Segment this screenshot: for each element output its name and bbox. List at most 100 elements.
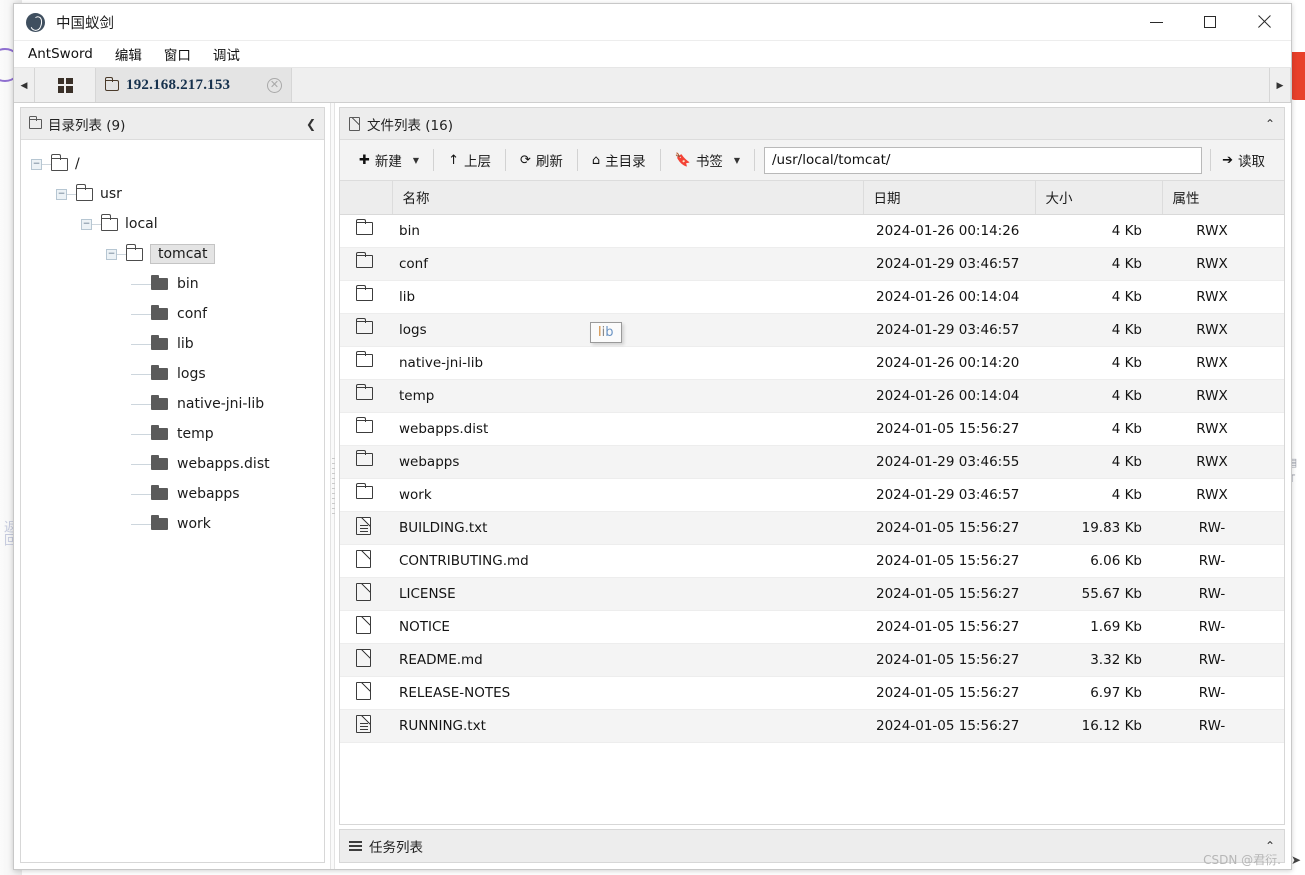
tab-scroll-right-button[interactable]: ▶: [1270, 68, 1291, 102]
menu-item-window[interactable]: 窗口: [164, 44, 191, 64]
bookmark-button[interactable]: 🔖 书签 ▼: [664, 146, 751, 174]
tree-item-bin[interactable]: bin: [31, 269, 324, 299]
directory-tree[interactable]: − / − usr − local − tomcat bin conf lib logs native-…: [21, 140, 324, 862]
maximize-button[interactable]: [1183, 4, 1237, 40]
table-row[interactable]: logs 2024-01-29 03:46:57 4 Kb RWX: [340, 313, 1284, 347]
table-row[interactable]: bin 2024-01-26 00:14:26 4 Kb RWX: [340, 214, 1284, 248]
file-row-name: webapps.dist: [392, 412, 863, 446]
file-row-date: 2024-01-26 00:14:04: [863, 280, 1035, 314]
menu-item-antsword[interactable]: AntSword: [28, 46, 93, 62]
toolbar-divider: [753, 149, 755, 171]
table-row[interactable]: NOTICE 2024-01-05 15:56:27 1.69 Kb RW-: [340, 610, 1284, 644]
tab-192-168-217-153[interactable]: 192.168.217.153 ✕: [96, 68, 292, 102]
file-row-size: 6.06 Kb: [1035, 544, 1162, 578]
folder-icon: [355, 251, 373, 268]
menu-item-edit[interactable]: 编辑: [115, 44, 142, 64]
file-row-date: 2024-01-05 15:56:27: [863, 412, 1035, 446]
tree-expander-icon[interactable]: −: [31, 158, 42, 170]
folder-icon: [355, 383, 373, 400]
refresh-icon: ⟳: [519, 152, 531, 168]
file-row-attr: RWX: [1162, 214, 1284, 248]
table-row[interactable]: LICENSE 2024-01-05 15:56:27 55.67 Kb RW-: [340, 577, 1284, 611]
tree-item-conf[interactable]: conf: [31, 299, 324, 329]
table-row[interactable]: lib 2024-01-26 00:14:04 4 Kb RWX: [340, 280, 1284, 314]
text-file-icon: [356, 516, 371, 535]
file-row-date: 2024-01-05 15:56:27: [863, 577, 1035, 611]
file-row-icon-cell: [340, 445, 392, 479]
task-list-bar[interactable]: 任务列表 ⌃: [339, 829, 1285, 863]
file-row-date: 2024-01-05 15:56:27: [863, 709, 1035, 743]
tree-expander-icon[interactable]: −: [106, 248, 117, 260]
file-icon: [356, 615, 371, 634]
file-row-attr: RWX: [1162, 478, 1284, 512]
tree-item-tomcat[interactable]: − tomcat: [31, 239, 324, 269]
table-row[interactable]: temp 2024-01-26 00:14:04 4 Kb RWX: [340, 379, 1284, 413]
tree-item-native-jni-lib[interactable]: native-jni-lib: [31, 389, 324, 419]
table-row[interactable]: README.md 2024-01-05 15:56:27 3.32 Kb RW-: [340, 643, 1284, 677]
folder-solid-icon: [151, 454, 168, 470]
folder-icon: [355, 317, 373, 334]
table-row[interactable]: webapps 2024-01-29 03:46:55 4 Kb RWX: [340, 445, 1284, 479]
tree-item-label: tomcat: [150, 244, 216, 264]
file-row-name: RELEASE-NOTES: [392, 676, 863, 710]
title-bar: 中国蚁剑: [14, 4, 1291, 41]
tree-connector: [42, 163, 51, 165]
file-row-size: 4 Kb: [1035, 412, 1162, 446]
tree-item-lib[interactable]: lib: [31, 329, 324, 359]
column-header-size[interactable]: 大小: [1035, 181, 1163, 215]
tree-item-work[interactable]: work: [31, 509, 324, 539]
tree-item-webapps[interactable]: webapps: [31, 479, 324, 509]
tree-expander-icon[interactable]: −: [56, 188, 67, 200]
minimize-button[interactable]: [1129, 4, 1183, 40]
table-row[interactable]: BUILDING.txt 2024-01-05 15:56:27 19.83 Kb R…: [340, 511, 1284, 545]
home-directory-button[interactable]: ⌂ 主目录: [581, 146, 657, 174]
path-input[interactable]: [763, 146, 1203, 174]
up-button[interactable]: ↑ 上层: [437, 146, 502, 174]
file-icon: [349, 116, 360, 131]
file-row-attr: RWX: [1162, 313, 1284, 347]
read-button-label: 读取: [1238, 154, 1265, 170]
column-header-icon[interactable]: [340, 181, 393, 215]
table-row[interactable]: native-jni-lib 2024-01-26 00:14:20 4 Kb RWX: [340, 346, 1284, 380]
close-button[interactable]: [1237, 4, 1291, 40]
tree-expander-icon[interactable]: −: [81, 218, 92, 230]
column-header-attr[interactable]: 属性: [1162, 181, 1284, 215]
new-button[interactable]: ✚ 新建 ▼: [348, 146, 430, 174]
table-row[interactable]: webapps.dist 2024-01-05 15:56:27 4 Kb RWX: [340, 412, 1284, 446]
read-button[interactable]: ➔ 读取: [1211, 146, 1276, 174]
file-panel: 文件列表 (16) ⌃ ✚ 新建 ▼ ↑ 上层 ⟳ 刷新 ⌂ 主目录 🔖 书签 …: [339, 107, 1285, 825]
tab-scroll-left-button[interactable]: ◀: [14, 68, 35, 102]
file-row-date: 2024-01-05 15:56:27: [863, 676, 1035, 710]
file-row-icon-cell: [340, 676, 392, 710]
tree-connector: [131, 433, 151, 435]
tree-connector: [131, 493, 151, 495]
tab-grid-button[interactable]: [35, 68, 96, 102]
tree-item-usr[interactable]: − usr: [31, 179, 324, 209]
table-row[interactable]: conf 2024-01-29 03:46:57 4 Kb RWX: [340, 247, 1284, 281]
table-row[interactable]: RUNNING.txt 2024-01-05 15:56:27 16.12 Kb RW…: [340, 709, 1284, 743]
tree-item-webapps-dist[interactable]: webapps.dist: [31, 449, 324, 479]
column-header-date[interactable]: 日期: [863, 181, 1036, 215]
tree-item--[interactable]: − /: [31, 149, 324, 179]
file-row-icon-cell: [340, 610, 392, 644]
collapse-file-panel-button[interactable]: ⌃: [1265, 117, 1275, 131]
file-row-name: lib: [392, 280, 863, 314]
file-row-name: webapps: [392, 445, 863, 479]
table-row[interactable]: work 2024-01-29 03:46:57 4 Kb RWX: [340, 478, 1284, 512]
tree-item-logs[interactable]: logs: [31, 359, 324, 389]
panel-splitter[interactable]: [325, 103, 339, 869]
table-row[interactable]: RELEASE-NOTES 2024-01-05 15:56:27 6.97 Kb R…: [340, 676, 1284, 710]
file-row-date: 2024-01-05 15:56:27: [863, 610, 1035, 644]
file-table-scroll[interactable]: 名称 日期 大小 属性 bin 2024-01-26 00:14:26 4 Kb RW…: [340, 181, 1284, 824]
tab-close-icon[interactable]: ✕: [267, 77, 282, 93]
tree-item-temp[interactable]: temp: [31, 419, 324, 449]
file-table: 名称 日期 大小 属性 bin 2024-01-26 00:14:26 4 Kb RW…: [340, 181, 1284, 743]
table-row[interactable]: CONTRIBUTING.md 2024-01-05 15:56:27 6.06 K…: [340, 544, 1284, 578]
tree-item-local[interactable]: − local: [31, 209, 324, 239]
collapse-left-panel-button[interactable]: ❮: [306, 117, 316, 131]
bookmark-icon: 🔖: [674, 152, 691, 168]
column-header-name[interactable]: 名称: [392, 181, 864, 215]
file-row-date: 2024-01-29 03:46:57: [863, 313, 1035, 347]
menu-item-debug[interactable]: 调试: [213, 44, 240, 64]
refresh-button[interactable]: ⟳ 刷新: [509, 146, 574, 174]
